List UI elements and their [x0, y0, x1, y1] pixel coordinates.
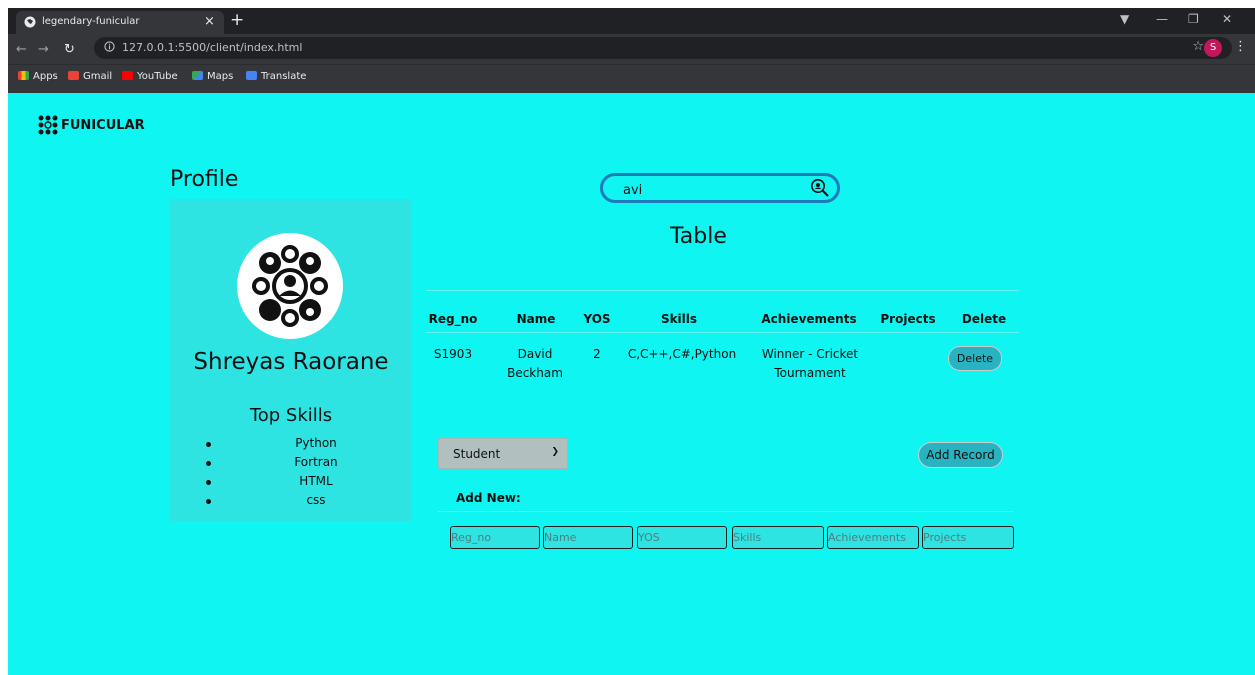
bookmark-label: Apps [33, 71, 58, 82]
bookmark-maps[interactable]: Maps [192, 71, 233, 82]
url-text: 127.0.0.1:5500/client/index.html [122, 41, 303, 54]
network-people-icon [252, 245, 328, 327]
list-item: Python [206, 435, 406, 454]
list-item: HTML [206, 473, 406, 492]
bullet-icon [206, 499, 211, 504]
list-item: css [206, 492, 406, 511]
top-skills-heading: Top Skills [249, 405, 333, 426]
skills-input[interactable] [732, 526, 824, 549]
cell-name-line1: David [517, 347, 553, 361]
bookmark-youtube[interactable]: YouTube [122, 71, 178, 82]
cell-yos: 2 [593, 347, 601, 361]
browser-tab[interactable]: legendary-funicular × [16, 11, 224, 34]
bookmark-star-icon[interactable]: ☆ [1192, 39, 1204, 54]
funicular-logo-icon [38, 115, 58, 135]
address-bar-row: ← → ↻ 127.0.0.1:5500/client/index.html ☆… [8, 34, 1255, 64]
apps-grid-icon [18, 71, 29, 80]
cell-name-line2: Beckham [507, 366, 563, 380]
divider [426, 290, 1019, 291]
cell-skills: C,C++,C#,Python [627, 347, 737, 361]
profile-avatar[interactable]: S [1204, 39, 1222, 57]
divider [438, 511, 1013, 512]
gmail-icon [68, 71, 79, 80]
bookmark-label: Translate [261, 71, 307, 82]
maps-icon [192, 71, 203, 80]
add-new-label: Add New: [456, 491, 521, 505]
cell-reg-no: S1903 [433, 347, 473, 361]
bullet-icon [206, 461, 211, 466]
window-close-icon[interactable]: ✕ [1222, 12, 1232, 26]
header-yos: YOS [583, 312, 611, 326]
bookmark-label: Gmail [83, 71, 113, 82]
bullet-icon [206, 442, 211, 447]
youtube-icon [122, 71, 133, 80]
bookmark-label: YouTube [137, 71, 178, 82]
cell-achievements-line1: Winner - Cricket [761, 347, 859, 361]
reload-icon[interactable]: ↻ [64, 42, 75, 57]
profile-heading: Profile [170, 167, 239, 192]
divider [426, 332, 1019, 333]
delete-button[interactable]: Delete [948, 346, 1002, 371]
table-title: Table [670, 224, 727, 249]
header-skills: Skills [660, 312, 698, 326]
header-projects: Projects [880, 312, 936, 326]
tab-close-icon[interactable]: × [204, 14, 215, 29]
header-achievements: Achievements [761, 312, 857, 326]
info-icon [104, 41, 115, 52]
add-record-button[interactable]: Add Record [918, 442, 1003, 468]
achievements-input[interactable] [827, 526, 919, 549]
browser-window: legendary-funicular × + ▼ — ❐ ✕ ← → ↻ 12… [8, 8, 1255, 675]
more-menu-icon[interactable]: ⋮ [1234, 39, 1247, 54]
skill-label: css [306, 493, 326, 507]
restore-icon[interactable]: ❐ [1188, 12, 1199, 26]
search-box [600, 173, 840, 203]
profile-name: Shreyas Raorane [193, 349, 389, 375]
header-reg-no: Reg_no [428, 312, 478, 326]
skill-label: Fortran [294, 455, 338, 469]
bookmark-label: Maps [207, 71, 234, 82]
skills-list: Python Fortran HTML css [206, 435, 406, 511]
bullet-icon [206, 480, 211, 485]
reg-no-input[interactable] [450, 526, 540, 549]
web-page: FUNICULAR Profile Shreyas Raorane Top Sk… [8, 93, 1255, 675]
tab-bar: legendary-funicular × + ▼ — ❐ ✕ [8, 8, 1255, 34]
projects-input[interactable] [922, 526, 1014, 549]
globe-icon [24, 16, 36, 28]
browser-menu-icon[interactable]: ▼ [1120, 12, 1129, 26]
tab-title: legendary-funicular [42, 16, 140, 27]
minimize-icon[interactable]: — [1156, 12, 1168, 26]
profile-card: Shreyas Raorane Top Skills Python Fortra… [170, 199, 412, 521]
record-type-select[interactable]: Student ❯ [438, 438, 568, 469]
forward-icon[interactable]: → [38, 42, 49, 57]
list-item: Fortran [206, 454, 406, 473]
new-tab-button[interactable]: + [230, 10, 244, 30]
select-value: Student [453, 447, 501, 461]
translate-icon [246, 71, 257, 80]
yos-input[interactable] [637, 526, 727, 549]
bookmark-apps[interactable]: Apps [18, 71, 58, 82]
skill-label: HTML [299, 474, 333, 488]
bookmark-translate[interactable]: Translate [246, 71, 306, 82]
bookmarks-bar: Apps Gmail YouTube Maps Translate [8, 64, 1255, 93]
header-name: Name [516, 312, 556, 326]
cell-achievements-line2: Tournament [774, 366, 846, 380]
header-delete: Delete [961, 312, 1007, 326]
back-icon[interactable]: ← [16, 42, 27, 57]
name-input[interactable] [543, 526, 633, 549]
bookmark-gmail[interactable]: Gmail [68, 71, 112, 82]
search-icon[interactable] [810, 178, 830, 198]
brand-name: FUNICULAR [61, 118, 145, 133]
skill-label: Python [295, 436, 337, 450]
url-field[interactable]: 127.0.0.1:5500/client/index.html ☆ [94, 37, 1232, 59]
profile-picture [237, 233, 343, 339]
search-input[interactable] [621, 179, 805, 201]
chevron-down-icon: ❯ [551, 447, 559, 457]
